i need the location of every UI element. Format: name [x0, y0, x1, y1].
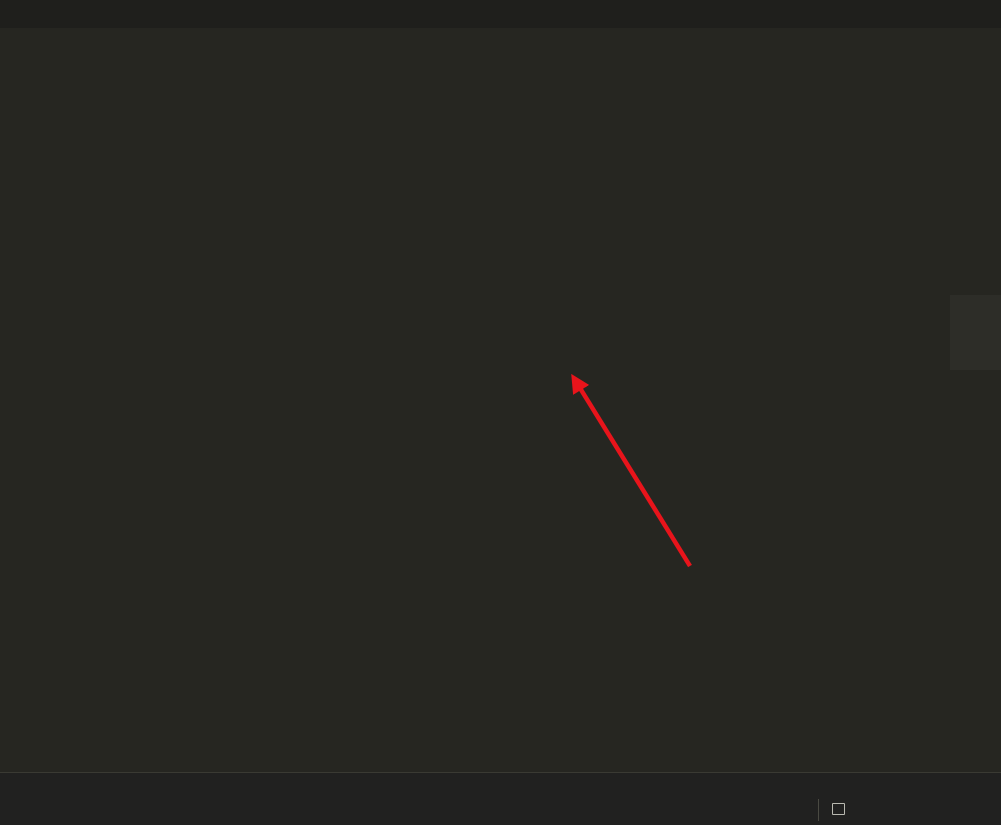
code-editor[interactable]: [0, 50, 1001, 772]
editor-tab-bar: [0, 0, 1001, 28]
breadcrumb: [0, 28, 1001, 50]
terminal-icon: [832, 803, 845, 815]
code-content[interactable]: [30, 50, 970, 772]
terminal-selector[interactable]: [818, 799, 851, 821]
bottom-panel: [0, 772, 1001, 825]
minimap[interactable]: [950, 50, 1001, 772]
vscode-window: [0, 0, 1001, 825]
panel-divider: [818, 799, 819, 821]
line-number-gutter: [0, 50, 24, 772]
minimap-viewport-slider[interactable]: [950, 295, 1001, 370]
